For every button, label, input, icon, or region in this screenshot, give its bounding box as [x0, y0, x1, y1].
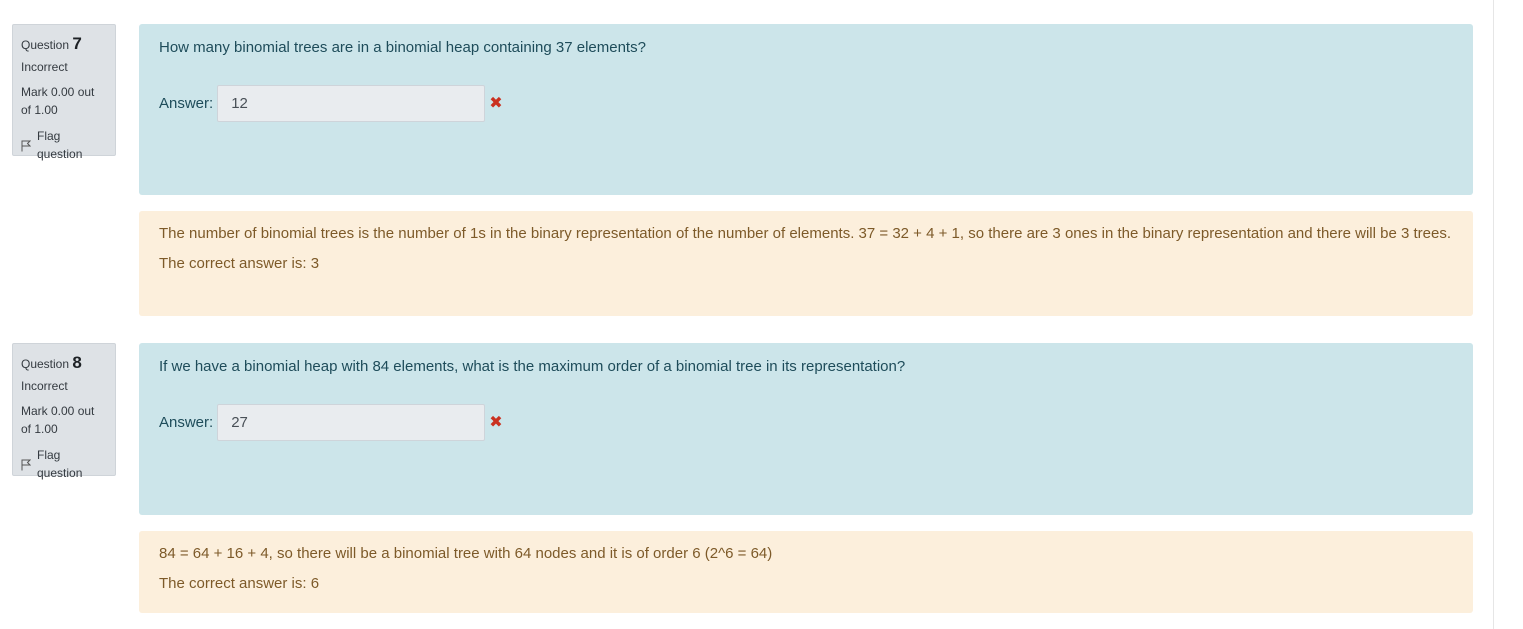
- flag-icon: [21, 139, 32, 152]
- answer-input[interactable]: 27: [217, 404, 486, 441]
- question-number: Question 7: [21, 34, 107, 55]
- question-grade: Mark 0.00 out of 1.00: [21, 404, 95, 436]
- incorrect-x-icon: ✖: [489, 94, 503, 112]
- flag-icon: [21, 458, 32, 471]
- question-text: How many binomial trees are in a binomia…: [159, 39, 646, 56]
- question-formulation: How many binomial trees are in a binomia…: [139, 24, 1473, 195]
- question-number-value: 8: [72, 353, 82, 372]
- question-feedback: 84 = 64 + 16 + 4, so there will be a bin…: [139, 531, 1473, 613]
- right-answer: The correct answer is: 6: [159, 575, 320, 592]
- scrollbar-track[interactable]: [1493, 0, 1494, 629]
- incorrect-x-icon: ✖: [489, 413, 503, 431]
- answer-label: Answer:: [159, 414, 214, 431]
- question-label: Question: [21, 357, 70, 371]
- question-state: Incorrect: [21, 60, 68, 74]
- question-number-value: 7: [72, 34, 82, 53]
- question-number: Question 8: [21, 353, 107, 374]
- flag-question-button[interactable]: Flag question: [21, 446, 107, 482]
- question-info: Question 7 Incorrect Mark 0.00 out of 1.…: [12, 24, 116, 161]
- general-feedback: The number of binomial trees is the numb…: [159, 225, 1452, 242]
- right-answer: The correct answer is: 3: [159, 255, 320, 272]
- question-grade: Mark 0.00 out of 1.00: [21, 85, 95, 117]
- question-label: Question: [21, 38, 70, 52]
- flag-question-label: Flag question: [37, 448, 83, 480]
- answer-row: Answer: 27 ✖: [159, 404, 503, 441]
- answer-label: Answer:: [159, 95, 214, 112]
- question-info: Question 8 Incorrect Mark 0.00 out of 1.…: [12, 343, 116, 480]
- flag-question-button[interactable]: Flag question: [21, 127, 107, 163]
- general-feedback: 84 = 64 + 16 + 4, so there will be a bin…: [159, 545, 773, 562]
- question-text: If we have a binomial heap with 84 eleme…: [159, 358, 906, 375]
- flag-question-label: Flag question: [37, 129, 83, 161]
- answer-row: Answer: 12 ✖: [159, 85, 503, 122]
- question-feedback: The number of binomial trees is the numb…: [139, 211, 1473, 316]
- question-state: Incorrect: [21, 379, 68, 393]
- question-formulation: If we have a binomial heap with 84 eleme…: [139, 343, 1473, 515]
- answer-input[interactable]: 12: [217, 85, 486, 122]
